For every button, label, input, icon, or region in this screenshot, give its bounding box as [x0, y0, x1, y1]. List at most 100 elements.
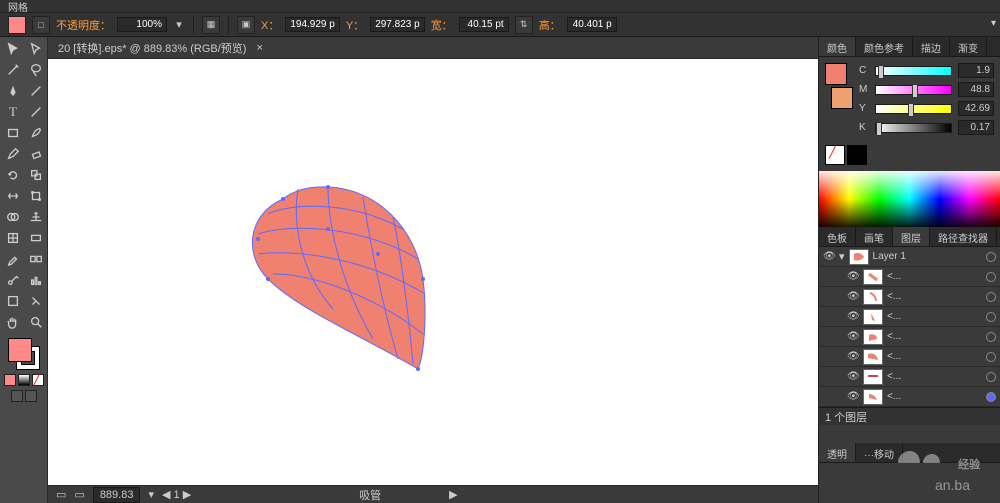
visibility-icon[interactable]: 👁 [847, 311, 859, 323]
direct-selection-tool[interactable] [25, 39, 47, 59]
symbol-sprayer-tool[interactable] [2, 270, 24, 290]
close-tab-icon[interactable]: × [256, 42, 262, 54]
shape-builder-tool[interactable] [2, 207, 24, 227]
visibility-icon[interactable]: 👁 [847, 271, 859, 283]
tab-layers[interactable]: 图层 [893, 227, 930, 246]
k-value[interactable]: 0.17 [958, 120, 994, 135]
visibility-icon[interactable]: 👁 [823, 251, 835, 263]
y-value[interactable]: 42.69 [958, 101, 994, 116]
k-slider[interactable] [875, 123, 952, 133]
x-input[interactable]: 194.929 p [285, 17, 340, 32]
h-input[interactable]: 40.401 p [567, 17, 617, 32]
sublayer-row[interactable]: 👁<... [819, 287, 1000, 307]
opacity-dropdown-icon[interactable]: ▾ [173, 18, 185, 31]
visibility-icon[interactable]: 👁 [847, 391, 859, 403]
eyedropper-tool[interactable] [2, 249, 24, 269]
target-icon[interactable] [986, 312, 996, 322]
stroke-indicator[interactable]: □ [32, 16, 50, 34]
status-nav-icon[interactable]: ▶ [449, 488, 457, 501]
document-tab[interactable]: 20 [转换].eps* @ 889.83% (RGB/预览) × [48, 37, 818, 59]
curvature-tool[interactable] [25, 81, 47, 101]
sublayer-row[interactable]: 👁<... [819, 367, 1000, 387]
mesh-artwork[interactable] [228, 159, 488, 379]
target-icon[interactable] [986, 272, 996, 282]
line-tool[interactable] [25, 102, 47, 122]
y-input[interactable]: 297.823 p [370, 17, 425, 32]
visibility-icon[interactable]: 👁 [847, 331, 859, 343]
opacity-input[interactable]: 100% [117, 17, 167, 32]
screen-mode-normal[interactable] [11, 390, 23, 402]
zoom-input[interactable]: 889.83 [93, 487, 141, 503]
target-icon[interactable] [986, 392, 996, 402]
none-mode-swatch[interactable]: ╱ [32, 374, 44, 386]
m-value[interactable]: 48.8 [958, 82, 994, 97]
c-value[interactable]: 1.9 [958, 63, 994, 78]
visibility-icon[interactable]: 👁 [847, 291, 859, 303]
color-spectrum[interactable] [819, 171, 1000, 227]
rectangle-tool[interactable] [2, 123, 24, 143]
tab-pathfinder[interactable]: 路径查找器 [930, 227, 997, 246]
visibility-icon[interactable]: 👁 [847, 371, 859, 383]
artboard-nav-icon[interactable]: ▭ [74, 488, 84, 501]
scale-tool[interactable] [25, 165, 47, 185]
w-input[interactable]: 40.15 pt [459, 17, 509, 32]
tab-extra[interactable]: ···移动 [856, 443, 903, 462]
target-icon[interactable] [986, 332, 996, 342]
zoom-tool[interactable] [25, 312, 47, 332]
artboard-tool[interactable] [2, 291, 24, 311]
tab-gradient[interactable]: 渐变 [950, 37, 987, 56]
fill-swatch[interactable] [8, 338, 32, 362]
sublayer-row[interactable]: 👁<... [819, 387, 1000, 407]
target-icon[interactable] [986, 372, 996, 382]
fill-indicator[interactable] [8, 16, 26, 34]
titlebar-menu-icon[interactable]: ▾ [991, 18, 996, 29]
align-icon[interactable]: ▦ [202, 16, 220, 34]
expand-icon[interactable]: ▾ [839, 250, 845, 263]
c-slider[interactable] [875, 66, 952, 76]
pen-tool[interactable] [2, 81, 24, 101]
pencil-tool[interactable] [2, 144, 24, 164]
tab-color-guide[interactable]: 颜色参考 [856, 37, 913, 56]
visibility-icon[interactable]: 👁 [847, 351, 859, 363]
perspective-grid-tool[interactable] [25, 207, 47, 227]
panel-fill-stroke[interactable] [825, 63, 853, 119]
canvas[interactable] [48, 59, 818, 485]
page-nav[interactable]: ◀ 1 ▶ [162, 488, 191, 501]
color-mode-swatch[interactable] [4, 374, 16, 386]
width-tool[interactable] [2, 186, 24, 206]
gradient-tool[interactable] [25, 228, 47, 248]
tab-brushes[interactable]: 画笔 [856, 227, 893, 246]
sublayer-row[interactable]: 👁<... [819, 347, 1000, 367]
free-transform-tool[interactable] [25, 186, 47, 206]
sublayer-row[interactable]: 👁<... [819, 267, 1000, 287]
tab-stroke[interactable]: 描边 [913, 37, 950, 56]
link-wh-icon[interactable]: ⇅ [515, 16, 533, 34]
eraser-tool[interactable] [25, 144, 47, 164]
fill-stroke-swatch[interactable] [8, 338, 40, 370]
type-tool[interactable]: T [2, 102, 24, 122]
tab-transparency[interactable]: 透明 [819, 443, 856, 462]
zoom-dropdown-icon[interactable]: ▾ [148, 488, 154, 501]
tab-swatches[interactable]: 色板 [819, 227, 856, 246]
target-icon[interactable] [986, 252, 996, 262]
blend-tool[interactable] [25, 249, 47, 269]
magic-wand-tool[interactable] [2, 60, 24, 80]
black-swatch[interactable] [847, 145, 867, 165]
screen-mode-full[interactable] [25, 390, 37, 402]
layer-row[interactable]: 👁 ▾ Layer 1 [819, 247, 1000, 267]
gradient-mode-swatch[interactable] [18, 374, 30, 386]
m-slider[interactable] [875, 85, 952, 95]
slice-tool[interactable] [25, 291, 47, 311]
hand-tool[interactable] [2, 312, 24, 332]
layer-name[interactable]: Layer 1 [873, 251, 982, 262]
target-icon[interactable] [986, 352, 996, 362]
target-icon[interactable] [986, 292, 996, 302]
sublayer-row[interactable]: 👁<... [819, 307, 1000, 327]
none-swatch[interactable]: ╱ [825, 145, 845, 165]
paintbrush-tool[interactable] [25, 123, 47, 143]
mesh-tool[interactable] [2, 228, 24, 248]
sublayer-row[interactable]: 👁<... [819, 327, 1000, 347]
transform-anchor-icon[interactable]: ▣ [237, 16, 255, 34]
lasso-tool[interactable] [25, 60, 47, 80]
column-graph-tool[interactable] [25, 270, 47, 290]
